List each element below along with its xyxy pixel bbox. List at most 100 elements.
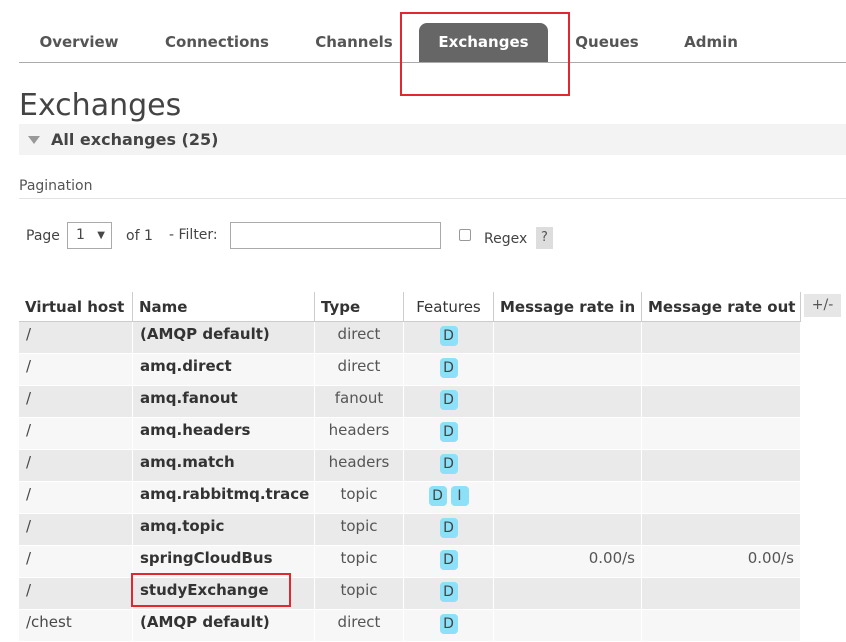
type-cell: topic [314, 545, 404, 578]
tab-overview[interactable]: Overview [19, 23, 139, 62]
vhost-cell: / [19, 417, 133, 450]
table-row: /chest (AMQP default) direct D [19, 609, 801, 642]
durable-badge: D [439, 614, 458, 634]
main-nav: Overview Connections Channels Exchanges … [19, 0, 846, 63]
rate-out-cell [641, 353, 801, 386]
durable-badge: D [439, 550, 458, 570]
exchange-name-link[interactable]: amq.rabbitmq.trace [132, 481, 315, 514]
column-header-type[interactable]: Type [314, 292, 404, 322]
features-cell: D [403, 545, 494, 578]
tab-channels[interactable]: Channels [302, 23, 406, 62]
tab-exchanges[interactable]: Exchanges [419, 23, 548, 62]
rate-in-cell [493, 481, 642, 514]
exchanges-table: Virtual host Name Type Features Message … [19, 292, 801, 642]
type-cell: direct [314, 609, 404, 642]
vhost-cell: / [19, 577, 133, 610]
rate-out-cell [641, 481, 801, 514]
table-row: / amq.match headers D [19, 449, 801, 482]
durable-badge: D [439, 358, 458, 378]
rate-in-cell [493, 353, 642, 386]
durable-badge: D [439, 582, 458, 602]
exchange-name-link[interactable]: amq.match [132, 449, 315, 482]
features-cell: D [403, 417, 494, 450]
exchange-name-link[interactable]: (AMQP default) [132, 321, 315, 354]
table-row: / (AMQP default) direct D [19, 321, 801, 354]
rate-out-cell [641, 609, 801, 642]
regex-checkbox[interactable] [459, 229, 471, 241]
pagination-divider [19, 198, 846, 199]
vhost-cell: / [19, 385, 133, 418]
type-cell: headers [314, 449, 404, 482]
durable-badge: D [439, 454, 458, 474]
type-cell: fanout [314, 385, 404, 418]
section-label: All exchanges (25) [51, 130, 219, 149]
rate-in-cell [493, 449, 642, 482]
rate-out-cell [641, 417, 801, 450]
rate-in-cell [493, 609, 642, 642]
features-cell: D [403, 577, 494, 610]
column-header-virtual-host[interactable]: Virtual host [19, 292, 133, 322]
durable-badge: D [439, 518, 458, 538]
rate-in-cell: 0.00/s [493, 545, 642, 578]
exchange-name-link[interactable]: springCloudBus [132, 545, 315, 578]
type-cell: topic [314, 481, 404, 514]
page-select-value: 1 [76, 227, 85, 243]
table-header-row: Virtual host Name Type Features Message … [19, 292, 801, 322]
features-cell: D [403, 353, 494, 386]
durable-badge: D [439, 422, 458, 442]
page-select[interactable]: 1 ▼ [67, 222, 112, 249]
type-cell: topic [314, 513, 404, 546]
vhost-cell: / [19, 481, 133, 514]
vhost-cell: / [19, 321, 133, 354]
features-cell: D [403, 609, 494, 642]
rate-out-cell: 0.00/s [641, 545, 801, 578]
table-row: / amq.rabbitmq.trace topic DI [19, 481, 801, 514]
table-row: / amq.headers headers D [19, 417, 801, 450]
column-header-message-rate-out[interactable]: Message rate out [641, 292, 801, 322]
rate-out-cell [641, 321, 801, 354]
regex-help-button[interactable]: ? [536, 227, 553, 249]
column-header-features: Features [403, 292, 494, 322]
tab-queues[interactable]: Queues [564, 23, 650, 62]
durable-badge: D [428, 486, 447, 506]
exchange-name-link[interactable]: (AMQP default) [132, 609, 315, 642]
rate-out-cell [641, 449, 801, 482]
exchange-name-link[interactable]: studyExchange [132, 577, 315, 610]
table-row: / amq.direct direct D [19, 353, 801, 386]
tab-connections[interactable]: Connections [155, 23, 279, 62]
pagination-heading: Pagination [19, 178, 93, 194]
exchange-name-link[interactable]: amq.fanout [132, 385, 315, 418]
durable-badge: D [439, 390, 458, 410]
type-cell: direct [314, 353, 404, 386]
rate-out-cell [641, 385, 801, 418]
features-cell: D [403, 385, 494, 418]
regex-label: Regex [484, 231, 528, 247]
exchange-name-link[interactable]: amq.direct [132, 353, 315, 386]
table-row: / studyExchange topic D [19, 577, 801, 610]
all-exchanges-section-toggle[interactable]: All exchanges (25) [19, 124, 846, 155]
exchange-name-link[interactable]: amq.topic [132, 513, 315, 546]
chevron-down-icon: ▼ [97, 230, 105, 241]
column-toggle-button[interactable]: +/- [804, 294, 841, 317]
rate-in-cell [493, 513, 642, 546]
column-header-message-rate-in[interactable]: Message rate in [493, 292, 642, 322]
features-cell: DI [403, 481, 494, 514]
vhost-cell: / [19, 513, 133, 546]
filter-input[interactable] [230, 222, 441, 249]
type-cell: direct [314, 321, 404, 354]
vhost-cell: / [19, 449, 133, 482]
rate-in-cell [493, 385, 642, 418]
tab-admin[interactable]: Admin [670, 23, 752, 62]
vhost-cell: / [19, 353, 133, 386]
rate-out-cell [641, 513, 801, 546]
table-row: / springCloudBus topic D 0.00/s 0.00/s [19, 545, 801, 578]
vhost-cell: / [19, 545, 133, 578]
rate-in-cell [493, 577, 642, 610]
type-cell: topic [314, 577, 404, 610]
features-cell: D [403, 321, 494, 354]
exchange-name-link[interactable]: amq.headers [132, 417, 315, 450]
table-row: / amq.fanout fanout D [19, 385, 801, 418]
filter-label: - Filter: [169, 227, 218, 243]
page-label: Page [26, 228, 60, 244]
column-header-name[interactable]: Name [132, 292, 315, 322]
